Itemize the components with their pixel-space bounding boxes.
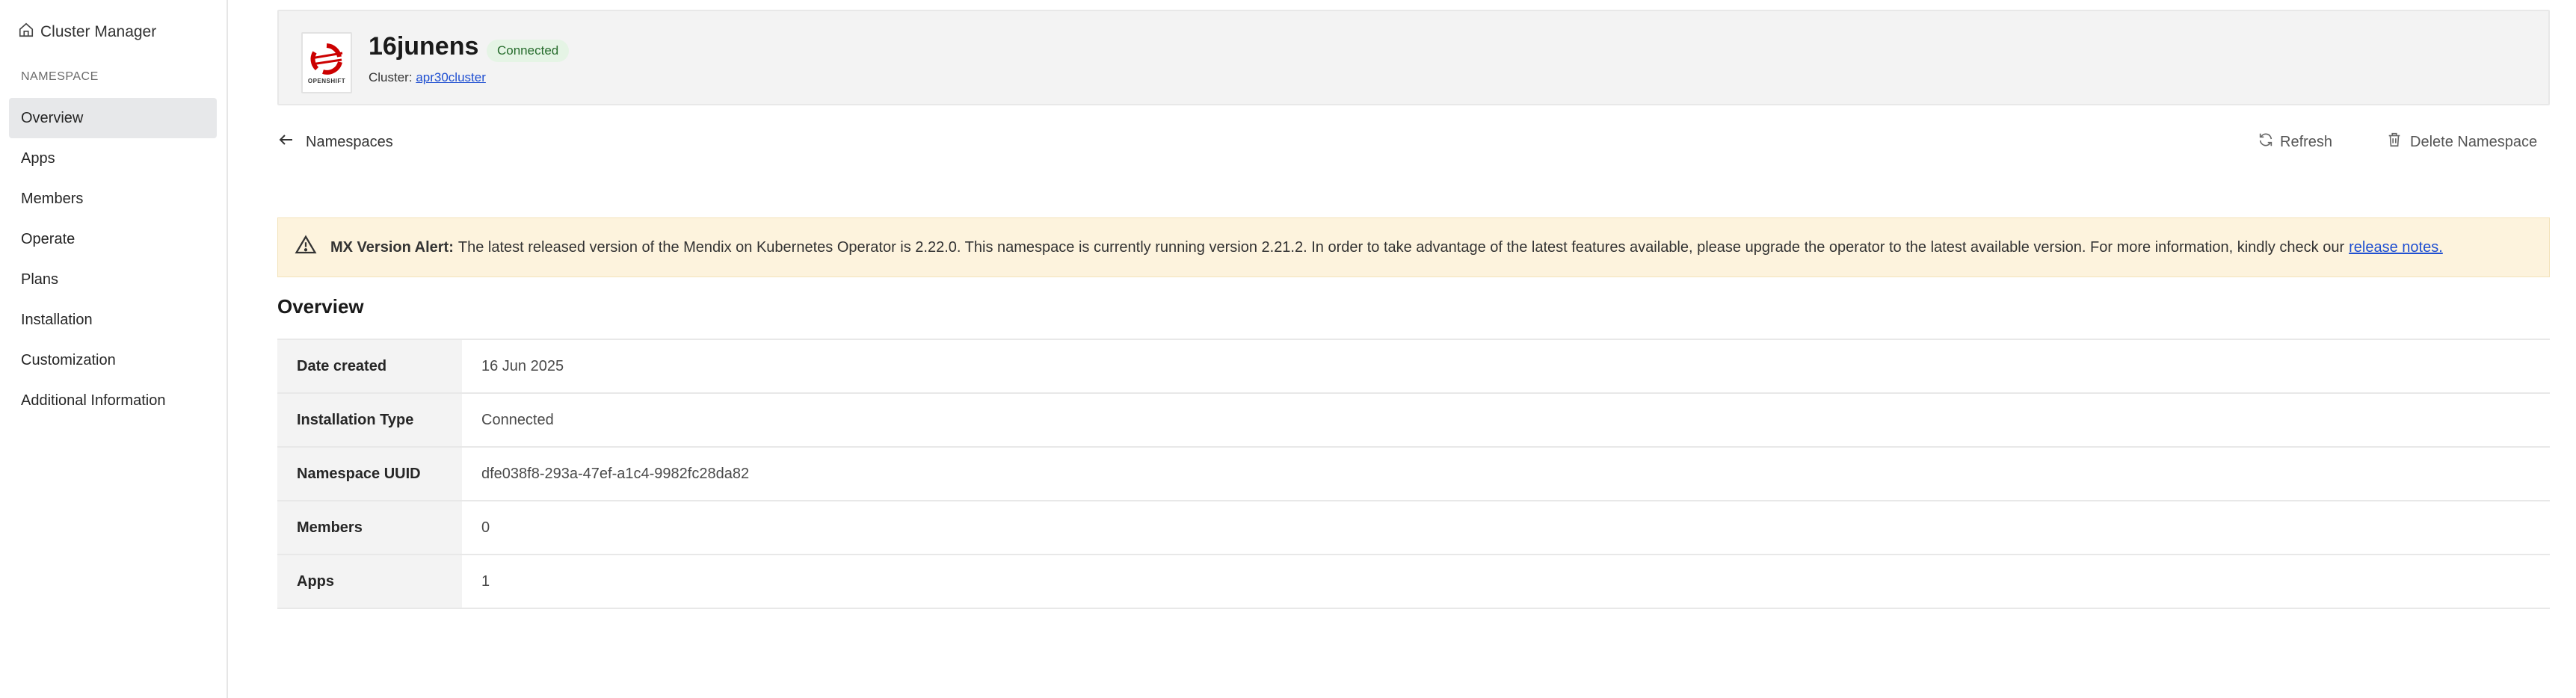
namespace-header: OPENSHIFT 16junens Connected Cluster: ap… [277,10,2550,105]
sidebar-item-apps[interactable]: Apps [9,138,217,179]
back-to-namespaces-link[interactable]: Namespaces [277,129,393,155]
table-row: Apps 1 [277,555,2550,609]
warning-icon [295,234,330,261]
sidebar-item-overview[interactable]: Overview [9,98,217,138]
sidebar-item-customization[interactable]: Customization [9,340,217,380]
cluster-link[interactable]: apr30cluster [416,70,486,84]
row-value-namespace-uuid: dfe038f8-293a-47ef-a1c4-9982fc28da82 [481,465,750,482]
overview-title: Overview [277,295,364,318]
table-row: Installation Type Connected [277,394,2550,448]
refresh-icon [2258,132,2274,152]
refresh-label: Refresh [2280,133,2333,150]
openshift-logo: OPENSHIFT [301,32,352,93]
sidebar-nav: Overview Apps Members Operate Plans Inst… [9,98,217,421]
refresh-button[interactable]: Refresh [2258,129,2332,155]
sidebar-item-additional-information[interactable]: Additional Information [9,380,217,421]
trash-icon [2386,132,2403,152]
row-label-namespace-uuid: Namespace UUID [277,448,462,500]
alert-title: MX Version Alert: [330,238,454,256]
alert-message: The latest released version of the Mendi… [457,238,2345,256]
release-notes-link[interactable]: release notes. [2349,239,2443,256]
row-label-date-created: Date created [277,340,462,392]
sidebar-item-members[interactable]: Members [9,179,217,219]
table-row: Members 0 [277,501,2550,555]
arrow-left-icon [277,131,295,153]
delete-label: Delete Namespace [2410,133,2538,150]
version-alert: MX Version Alert: The latest released ve… [277,217,2550,277]
table-row: Date created 16 Jun 2025 [277,340,2550,394]
back-label: Namespaces [306,133,393,150]
overview-table: Date created 16 Jun 2025 Installation Ty… [277,339,2550,609]
sidebar-section-label: NAMESPACE [21,70,99,83]
cluster-manager-link[interactable]: Cluster Manager [18,21,156,43]
cluster-info: Cluster: apr30cluster [369,70,486,85]
sidebar: Cluster Manager NAMESPACE Overview Apps … [0,0,228,698]
sidebar-item-operate[interactable]: Operate [9,219,217,259]
status-badge: Connected [487,40,570,62]
row-value-installation-type: Connected [481,411,554,428]
row-value-members: 0 [481,519,490,536]
row-label-members: Members [277,501,462,554]
home-icon [18,22,34,43]
row-value-date-created: 16 Jun 2025 [481,357,564,374]
page-title: 16junens [369,32,479,61]
delete-namespace-button[interactable]: Delete Namespace [2386,129,2537,155]
row-label-apps: Apps [277,555,462,608]
openshift-icon [310,43,343,75]
row-label-installation-type: Installation Type [277,394,462,446]
logo-text: OPENSHIFT [307,77,346,84]
table-row: Namespace UUID dfe038f8-293a-47ef-a1c4-9… [277,448,2550,501]
cluster-manager-label: Cluster Manager [40,23,157,40]
sidebar-item-installation[interactable]: Installation [9,300,217,340]
row-value-apps: 1 [481,572,490,590]
cluster-prefix: Cluster: [369,70,413,84]
app-root: Cluster Manager NAMESPACE Overview Apps … [0,0,2576,698]
sidebar-item-plans[interactable]: Plans [9,259,217,300]
